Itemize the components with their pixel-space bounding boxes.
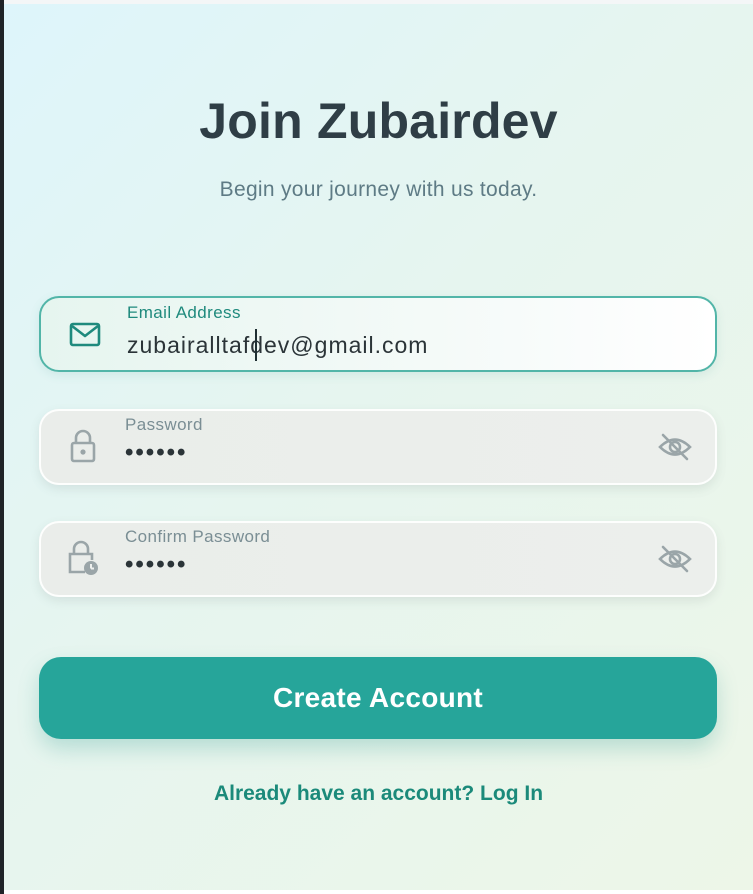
email-field[interactable]: Email Address zubairalltafdev@gmail.com xyxy=(39,296,717,372)
password-label: Password xyxy=(125,415,203,434)
page-title: Join Zubairdev xyxy=(199,93,558,149)
signup-card: Join Zubairdev Begin your journey with u… xyxy=(4,4,753,890)
lock-clock-icon xyxy=(66,540,100,575)
confirm-password-field[interactable]: Confirm Password •••••• xyxy=(39,521,717,597)
email-label: Email Address xyxy=(127,303,241,322)
email-value: zubairalltafdev@gmail.com xyxy=(127,332,429,358)
text-caret xyxy=(255,329,257,361)
eye-off-icon[interactable] xyxy=(657,541,693,577)
mail-icon xyxy=(68,318,102,352)
page-subtitle: Begin your journey with us today. xyxy=(219,178,538,201)
eye-off-icon[interactable] xyxy=(657,429,693,465)
create-account-button[interactable]: Create Account xyxy=(39,657,717,739)
password-value: •••••• xyxy=(125,439,188,466)
confirm-password-label: Confirm Password xyxy=(125,527,271,546)
lock-icon xyxy=(66,429,100,463)
confirm-password-value: •••••• xyxy=(125,551,188,578)
password-field[interactable]: Password •••••• xyxy=(39,409,717,485)
login-link[interactable]: Already have an account? Log In xyxy=(4,782,753,806)
